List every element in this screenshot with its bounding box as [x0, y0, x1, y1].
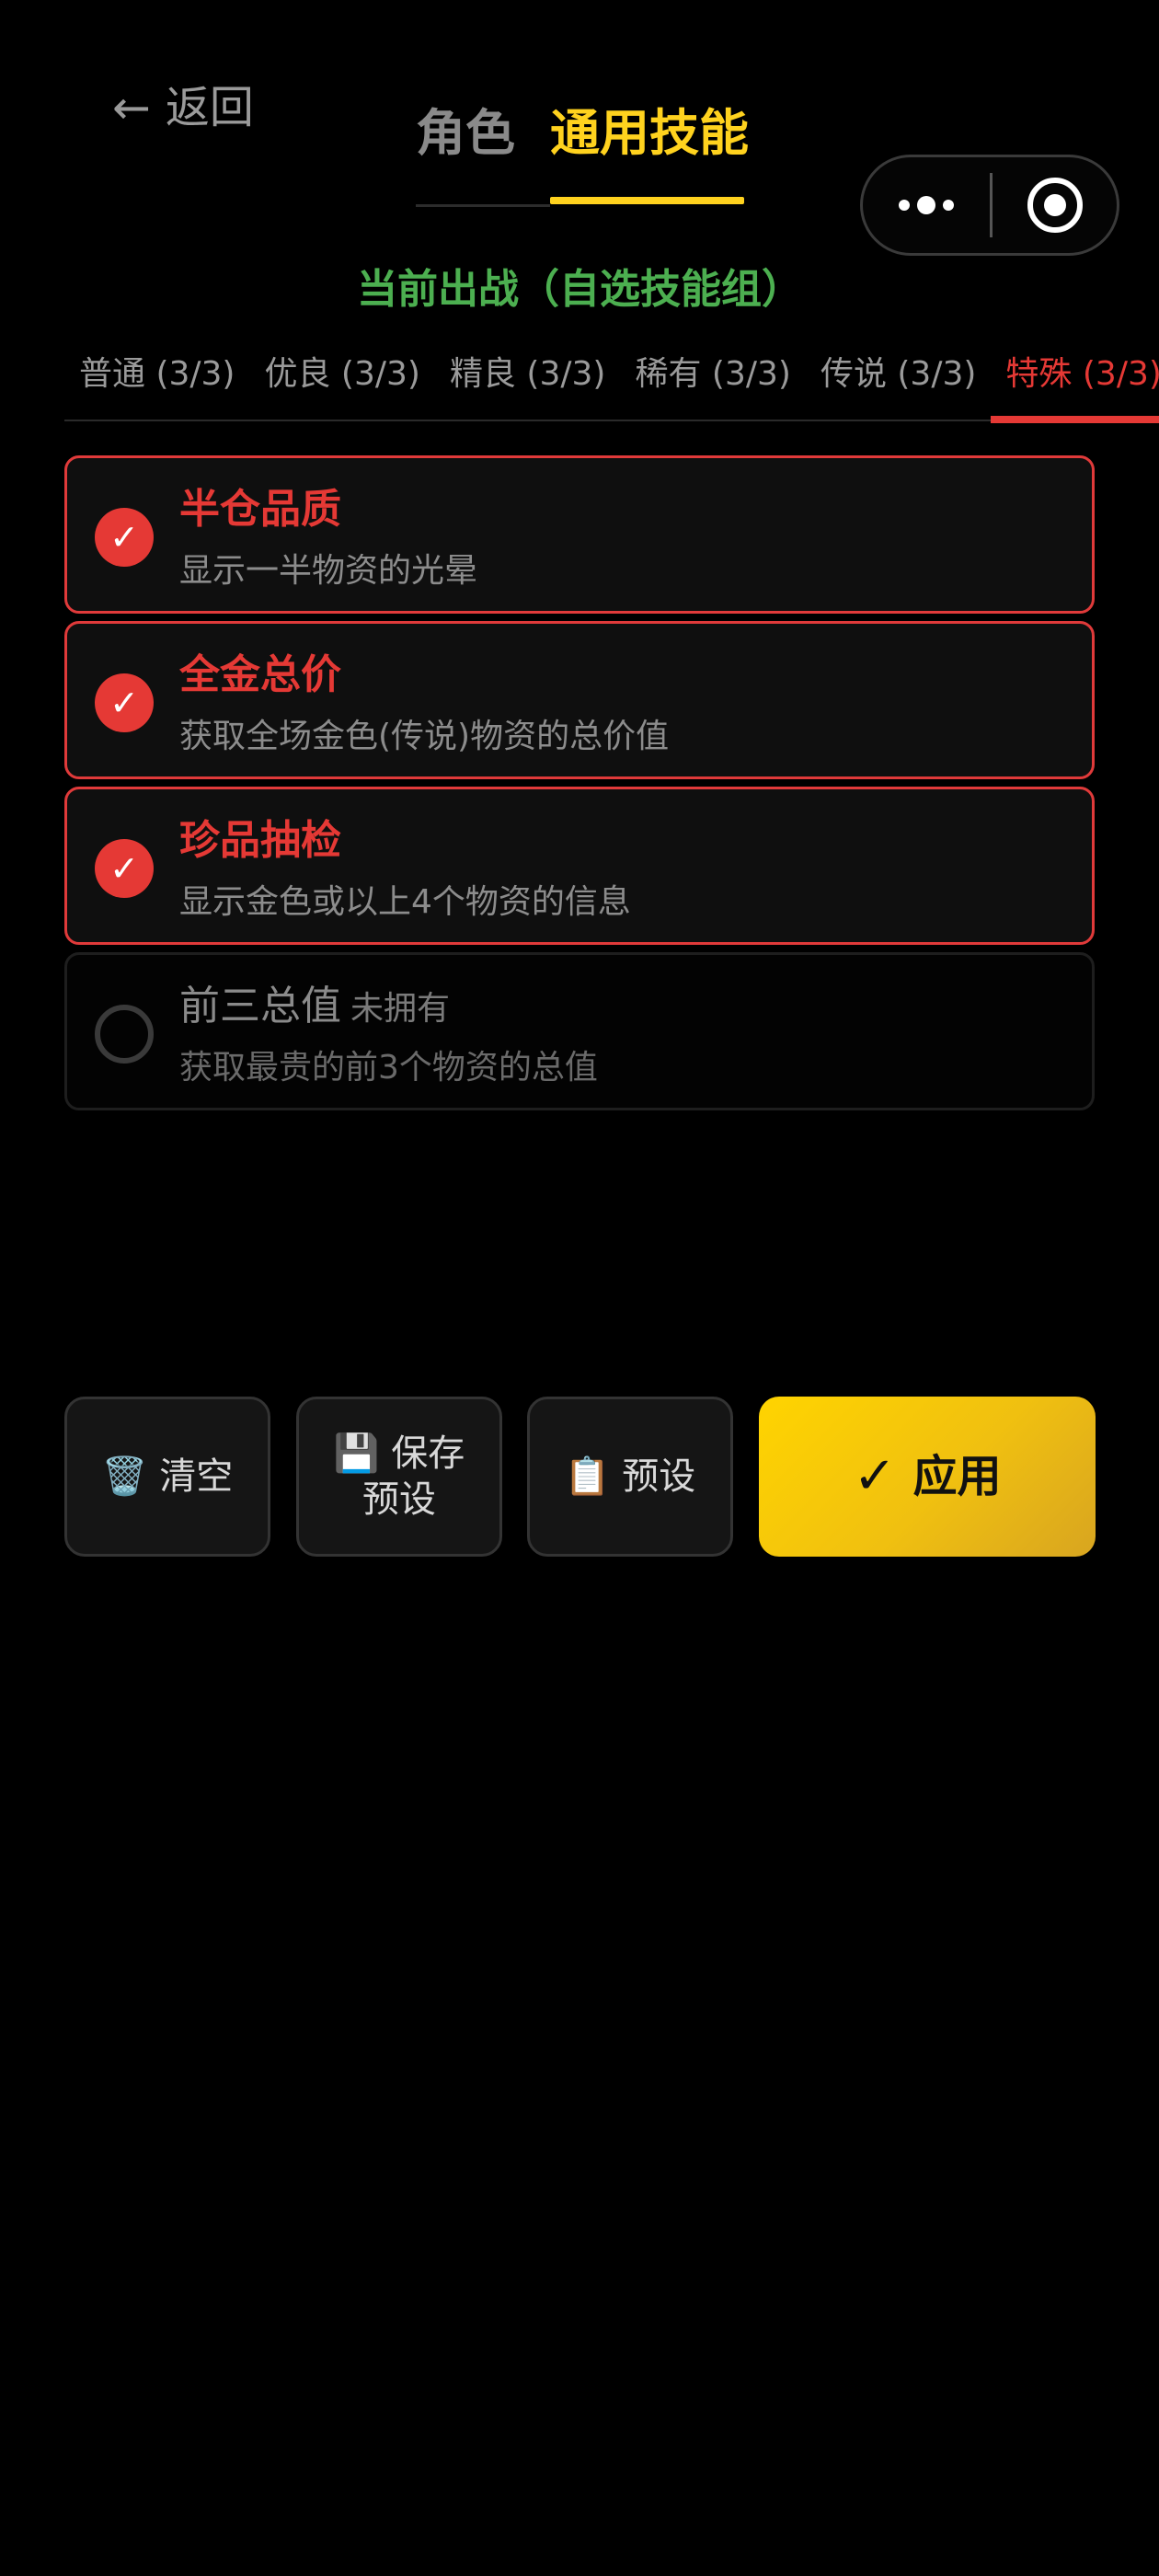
tab-divider	[416, 204, 550, 207]
clipboard-icon: 📋	[564, 1455, 611, 1498]
skill-description: 显示金色或以上4个物资的信息	[179, 883, 631, 921]
rarity-tab-bar: 普通 (3/3) 优良 (3/3) 精良 (3/3) 稀有 (3/3) 传说 (…	[64, 342, 1159, 423]
save-preset-content: 💾 保存预设	[319, 1431, 479, 1523]
skill-list: ✓ 半仓品质 显示一半物资的光晕 ✓ 全金总价 获取全场金色(传说)物资的总价值…	[64, 455, 1095, 1118]
preset-button[interactable]: 📋 预设	[527, 1397, 733, 1557]
rarity-tab-rare[interactable]: 精良 (3/3)	[435, 342, 620, 421]
skill-name: 全金总价	[179, 651, 341, 698]
close-miniprogram-button[interactable]	[993, 157, 1117, 253]
preset-label: 预设	[622, 1455, 696, 1498]
clear-button[interactable]: 🗑️ 清空	[64, 1397, 270, 1557]
skill-name: 珍品抽检	[179, 817, 341, 864]
back-button[interactable]: ← 返回	[112, 75, 254, 140]
skill-card[interactable]: ✓ 珍品抽检 显示金色或以上4个物资的信息	[64, 787, 1095, 945]
checkmark-icon[interactable]: ✓	[95, 508, 154, 567]
target-circle-icon	[1027, 178, 1083, 233]
skill-selection-screen: ← 返回 角色 通用技能 当前出战（自选技能组） 普通 (3/3) 优良 (3/…	[0, 0, 1159, 2576]
more-dots-icon	[899, 200, 910, 211]
more-dots-icon-center	[917, 196, 935, 214]
mini-program-capsule	[860, 155, 1119, 256]
skill-card[interactable]: ✓ 半仓品质 显示一半物资的光晕	[64, 455, 1095, 614]
empty-circle-icon[interactable]	[95, 1005, 154, 1064]
preset-content: 📋 预设	[565, 1454, 696, 1500]
rarity-tab-legendary[interactable]: 传说 (3/3)	[806, 342, 991, 421]
save-preset-button[interactable]: 💾 保存预设	[296, 1397, 502, 1557]
apply-button[interactable]: ✓ 应用	[759, 1397, 1096, 1557]
checkmark-icon[interactable]: ✓	[95, 839, 154, 898]
skill-card-unowned[interactable]: 前三总值 未拥有 获取最贵的前3个物资的总值	[64, 952, 1095, 1110]
checkmark-icon[interactable]: ✓	[95, 673, 154, 732]
tab-active-indicator	[550, 197, 744, 204]
unowned-tag: 未拥有	[350, 990, 451, 1028]
back-label: 返回	[165, 82, 254, 133]
rarity-tab-uncommon[interactable]: 优良 (3/3)	[249, 342, 434, 421]
trash-icon: 🗑️	[101, 1455, 148, 1498]
clear-label: 清空	[159, 1455, 234, 1498]
rarity-tab-common[interactable]: 普通 (3/3)	[64, 342, 249, 421]
tab-role[interactable]: 角色	[416, 97, 515, 170]
clear-button-content: 🗑️ 清空	[102, 1454, 234, 1500]
back-arrow-icon: ←	[112, 81, 151, 134]
target-circle-core	[1043, 194, 1066, 216]
skill-description: 显示一半物资的光晕	[179, 552, 478, 590]
skill-name: 前三总值 未拥有	[179, 979, 450, 1037]
apply-label: 应用	[912, 1451, 1002, 1502]
skill-name-text: 前三总值	[179, 983, 341, 1029]
floppy-disk-icon: 💾	[333, 1432, 380, 1475]
more-dots-icon-right	[943, 200, 954, 211]
skill-description: 获取全场金色(传说)物资的总价值	[179, 718, 670, 755]
rarity-tab-special[interactable]: 特殊 (3/3)	[991, 342, 1159, 423]
skill-description: 获取最贵的前3个物资的总值	[179, 1049, 598, 1087]
checkmark-icon: ✓	[853, 1446, 897, 1506]
tab-general-skills[interactable]: 通用技能	[550, 97, 749, 170]
skill-name: 半仓品质	[179, 486, 341, 533]
skill-card[interactable]: ✓ 全金总价 获取全场金色(传说)物资的总价值	[64, 621, 1095, 779]
rarity-tab-epic[interactable]: 稀有 (3/3)	[620, 342, 805, 421]
current-loadout-title: 当前出战（自选技能组）	[357, 266, 802, 313]
more-options-button[interactable]	[863, 157, 990, 253]
